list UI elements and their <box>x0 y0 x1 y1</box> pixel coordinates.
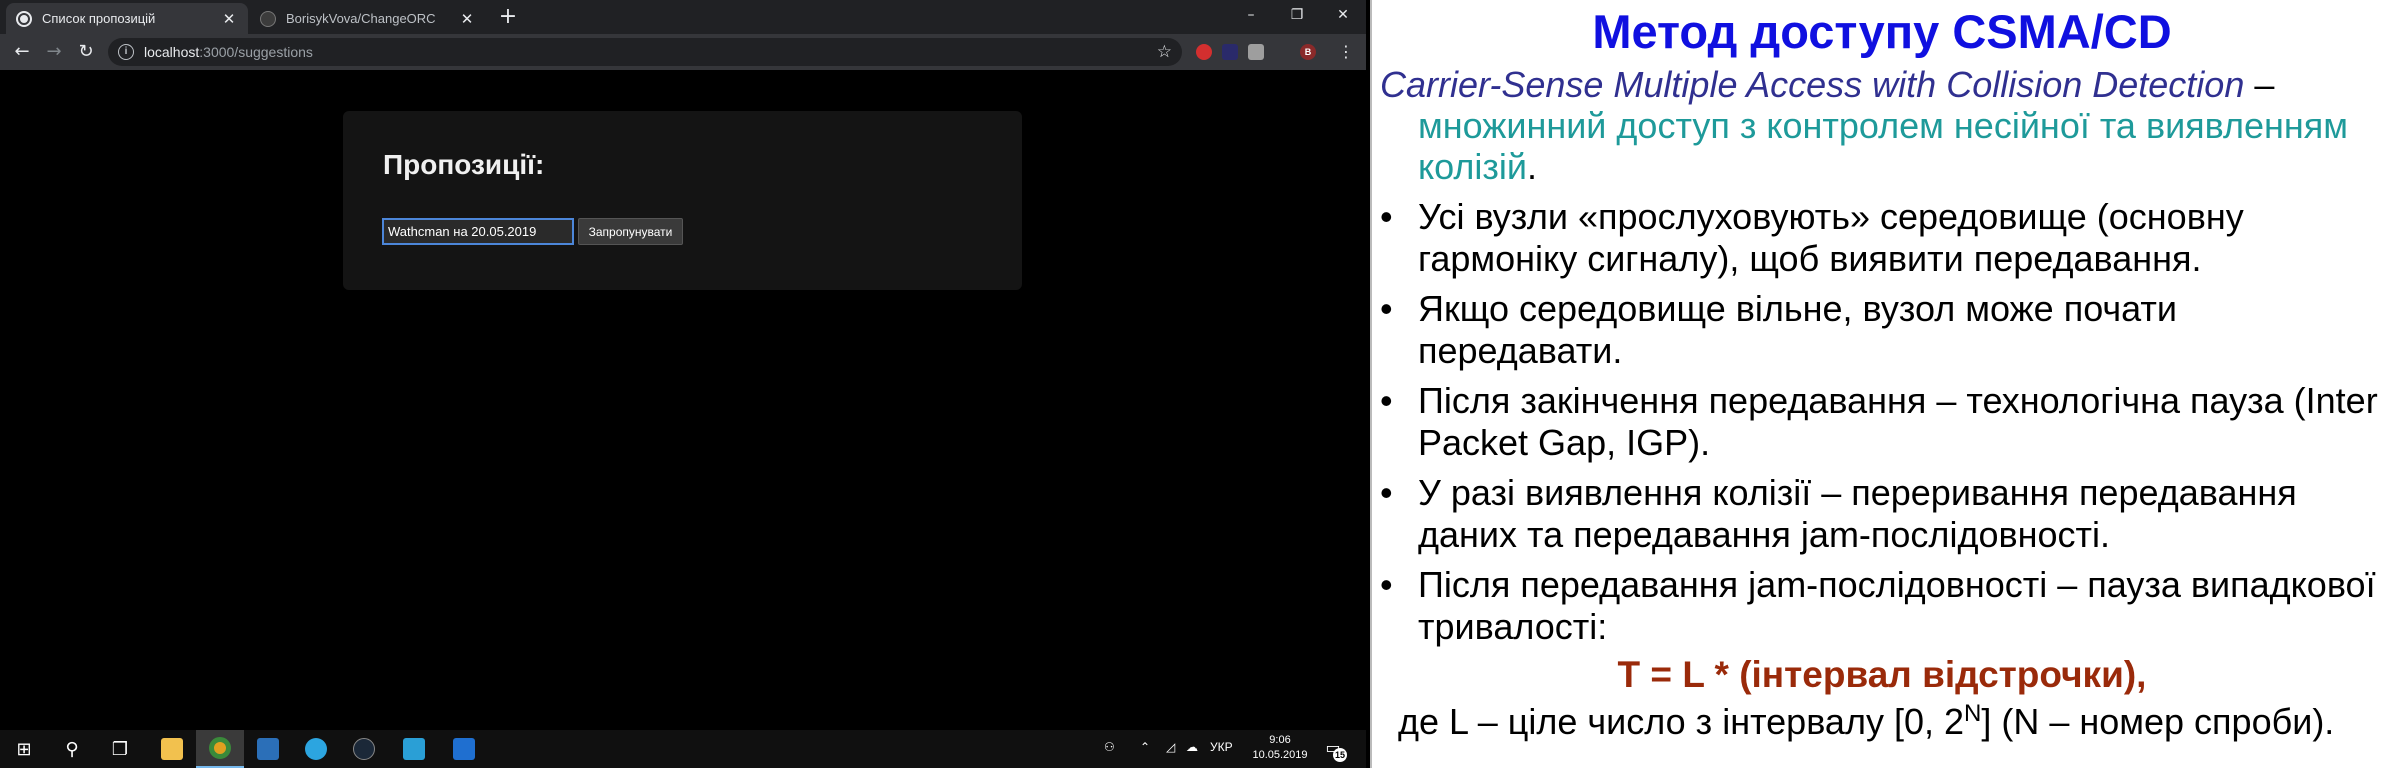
slide-title: Метод доступу CSMA/CD <box>1592 5 2172 58</box>
suggestions-card: Пропозиції: Запропунувати <box>343 111 1022 290</box>
reload-button[interactable]: ↻ <box>74 40 98 64</box>
formula-explanation: де L – ціле число з інтервалу [0, 2N] (N… <box>1398 700 2335 742</box>
suggest-button[interactable]: Запропунувати <box>578 218 683 245</box>
slide-definition: Carrier-Sense Multiple Access with Colli… <box>1380 64 2380 187</box>
bullet-item: • Після передавання jam-послідовності – п… <box>1380 564 2376 647</box>
bullet-item: • У разі виявлення колізії – переривання … <box>1380 472 2297 555</box>
tab-github[interactable]: BorisykVova/ChangeORC ✕ <box>250 3 486 34</box>
app-icon[interactable] <box>244 730 292 768</box>
search-icon[interactable]: ⚲ <box>48 730 96 768</box>
notification-count: 15 <box>1333 748 1347 762</box>
people-icon[interactable]: ⚇ <box>1104 740 1115 754</box>
steam-icon[interactable] <box>340 730 388 768</box>
clock[interactable]: 9:06 10.05.2019 <box>1250 733 1310 763</box>
presentation-slide: Метод доступу CSMA/CD Carrier-Sense Mult… <box>1370 0 2390 768</box>
clock-date: 10.05.2019 <box>1252 749 1308 761</box>
bullet-item: • Якщо середовище вільне, вузол може поча… <box>1380 288 2178 371</box>
address-bar[interactable]: i localhost:3000/suggestions ☆ <box>108 38 1182 66</box>
close-tab-icon[interactable]: ✕ <box>220 10 238 28</box>
chrome-icon[interactable] <box>196 730 244 768</box>
tab-suggestions[interactable]: Список пропозицій ✕ <box>6 3 248 34</box>
close-tab-icon[interactable]: ✕ <box>458 10 476 28</box>
play-extension-icon[interactable] <box>1222 44 1238 60</box>
browser-window: Список пропозицій ✕ BorisykVova/ChangeOR… <box>0 0 1366 730</box>
page-title: Пропозиції: <box>383 149 545 180</box>
start-button[interactable]: ⊞ <box>0 730 48 768</box>
new-tab-button[interactable]: + <box>496 6 520 30</box>
bullet-item: • Усі вузли «прослуховують» середовище (о… <box>1380 196 2244 279</box>
telegram-icon[interactable] <box>292 730 340 768</box>
formula: T = L * (інтервал відстрочки), <box>1617 654 2147 695</box>
slide-bullets: • Усі вузли «прослуховують» середовище (о… <box>1380 196 2385 656</box>
task-view-icon[interactable]: ❐ <box>96 730 144 768</box>
extension-icon[interactable] <box>1248 44 1264 60</box>
file-explorer-icon[interactable] <box>148 730 196 768</box>
url-host: localhost <box>144 44 200 60</box>
browser-menu-icon[interactable]: ⋮ <box>1336 42 1356 62</box>
bookmark-star-icon[interactable]: ☆ <box>1157 42 1172 62</box>
adblock-icon[interactable] <box>1196 44 1212 60</box>
browser-toolbar: ← → ↻ i localhost:3000/suggestions ☆ B ⋮ <box>0 34 1366 70</box>
tab-title: BorisykVova/ChangeORC <box>286 11 436 26</box>
webstorm-icon[interactable] <box>390 730 438 768</box>
language-indicator[interactable]: УКР <box>1210 740 1233 754</box>
taskbar: ⊞ ⚲ ❐ ⚇ ⌃ ◿ ☁ УКР 9:06 10.05.2019 ▭ 15 <box>0 730 1366 768</box>
definition-dash: – <box>2244 64 2275 105</box>
document-icon[interactable] <box>440 730 488 768</box>
restore-button[interactable]: ❐ <box>1274 0 1320 30</box>
url-path: :3000/suggestions <box>199 44 313 60</box>
cloud-icon[interactable]: ☁ <box>1186 740 1198 754</box>
suggestion-input[interactable] <box>382 218 574 245</box>
definition-english: Carrier-Sense Multiple Access with Colli… <box>1380 64 2245 105</box>
tab-strip: Список пропозицій ✕ BorisykVova/ChangeOR… <box>0 0 1366 34</box>
minimize-button[interactable]: – <box>1228 0 1274 30</box>
page-viewport: Пропозиції: Запропунувати <box>0 70 1366 730</box>
github-favicon-icon <box>260 10 276 27</box>
profile-avatar[interactable]: B <box>1300 44 1316 60</box>
clock-time: 9:06 <box>1269 734 1291 746</box>
tab-title: Список пропозицій <box>42 11 156 26</box>
chrome-favicon-icon <box>16 10 32 27</box>
chevron-up-icon[interactable]: ⌃ <box>1140 740 1150 754</box>
forward-button[interactable]: → <box>42 40 66 64</box>
url-text[interactable]: localhost:3000/suggestions <box>144 44 1157 60</box>
back-button[interactable]: ← <box>10 40 34 64</box>
bullet-item: • Після закінчення передавання – технолог… <box>1380 380 2378 463</box>
close-window-button[interactable]: ✕ <box>1320 0 1366 30</box>
site-info-icon[interactable]: i <box>118 44 134 60</box>
network-icon[interactable]: ◿ <box>1166 740 1175 754</box>
definition-ukrainian: множинний доступ з контролем несійної та… <box>1418 105 2349 187</box>
notification-center-icon[interactable]: ▭ 15 <box>1322 738 1347 762</box>
